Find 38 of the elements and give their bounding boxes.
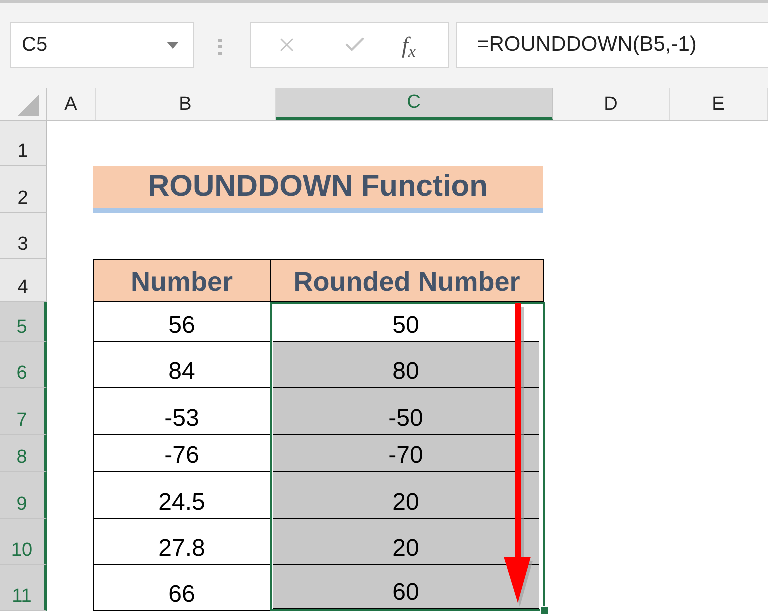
table-cell: 60 bbox=[273, 565, 539, 609]
vertical-dots-icon bbox=[218, 39, 222, 55]
formula-input[interactable]: =ROUNDDOWN(B5,-1) bbox=[456, 22, 768, 68]
sheet-title: ROUNDDOWN Function bbox=[93, 166, 543, 213]
row-header[interactable]: 7 bbox=[0, 388, 47, 435]
row-header[interactable]: 4 bbox=[0, 259, 47, 302]
column-header[interactable]: C bbox=[276, 88, 553, 120]
column-header[interactable]: E bbox=[670, 88, 768, 120]
select-all-triangle-icon[interactable] bbox=[18, 95, 39, 116]
row-header[interactable]: 9 bbox=[0, 472, 47, 519]
table-cell: 20 bbox=[273, 519, 539, 565]
row-header[interactable]: 2 bbox=[0, 166, 47, 213]
row-header[interactable]: 1 bbox=[0, 121, 47, 166]
column-header[interactable]: A bbox=[47, 88, 96, 120]
row-header[interactable]: 8 bbox=[0, 435, 47, 472]
row-header[interactable]: 10 bbox=[0, 519, 47, 565]
table-cell: 84 bbox=[93, 342, 270, 388]
table-cell: 80 bbox=[273, 342, 539, 388]
row-header[interactable]: 11 bbox=[0, 565, 47, 611]
table-cell: 20 bbox=[273, 472, 539, 519]
row-header[interactable]: 3 bbox=[0, 213, 47, 259]
table-cell: 66 bbox=[93, 565, 270, 611]
table-cell: -50 bbox=[273, 388, 539, 435]
dropdown-caret-icon bbox=[167, 42, 179, 48]
table-header-cell: Rounded Number bbox=[270, 259, 544, 302]
table-cell: -53 bbox=[93, 388, 270, 435]
table-cell: 24.5 bbox=[93, 472, 270, 519]
table-cell: -70 bbox=[273, 435, 539, 472]
fill-handle[interactable] bbox=[540, 606, 549, 614]
row-header[interactable]: 6 bbox=[0, 342, 47, 388]
table-header-cell: Number bbox=[93, 259, 270, 302]
row-header[interactable]: 5 bbox=[0, 302, 47, 342]
table-cell: 56 bbox=[93, 302, 270, 342]
table-cell: 27.8 bbox=[93, 519, 270, 565]
table-cell: -76 bbox=[93, 435, 270, 472]
insert-function-button[interactable]: f$_{x}$ bbox=[402, 34, 416, 56]
name-box[interactable]: C5 bbox=[10, 22, 194, 68]
column-header[interactable]: D bbox=[553, 88, 670, 120]
